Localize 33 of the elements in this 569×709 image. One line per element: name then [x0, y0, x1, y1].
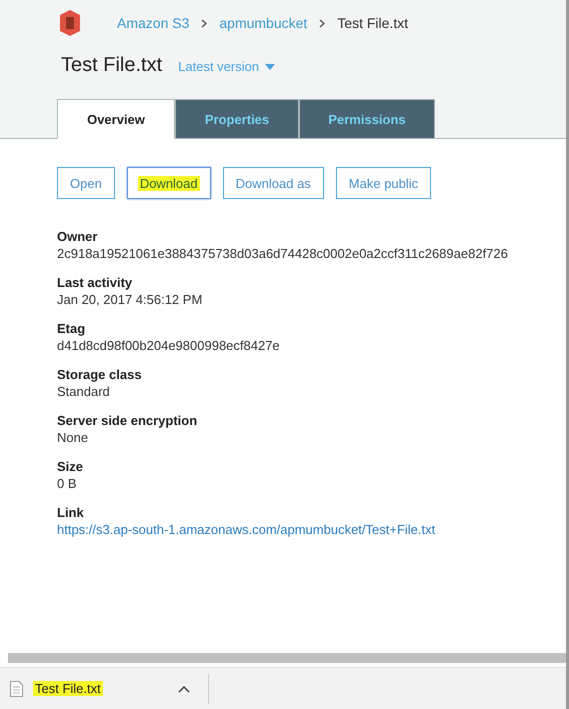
- object-link[interactable]: https://s3.ap-south-1.amazonaws.com/apmumbucket/Test+File.txt: [57, 522, 566, 537]
- field-label: Server side encryption: [57, 413, 198, 428]
- scrollbar[interactable]: [8, 653, 566, 663]
- field-value: None: [57, 430, 90, 445]
- tab[interactable]: Properties: [175, 99, 299, 139]
- breadcrumb-link[interactable]: Amazon S3: [117, 15, 190, 31]
- version-dropdown[interactable]: Latest version: [178, 59, 276, 74]
- field-value: Standard: [57, 384, 111, 399]
- field-label: Link: [57, 505, 85, 520]
- field-label: Owner: [57, 229, 98, 244]
- bucket-logo-icon: [57, 9, 83, 37]
- action-button[interactable]: Download as: [222, 167, 324, 199]
- field-label: Size: [57, 459, 84, 474]
- chevron-icon: [319, 18, 326, 28]
- field-value: 0 B: [57, 476, 78, 491]
- chevron-icon: [201, 18, 208, 28]
- breadcrumb-link[interactable]: apmumbucket: [219, 15, 308, 31]
- field-value: 2c918a19521061e3884375738d03a6d74428c0002e0a2ccf311c2689ae82f726: [57, 246, 509, 261]
- caret-icon: [265, 64, 276, 70]
- breadcrumb-current: Test File.txt: [337, 15, 408, 31]
- field-value: Jan 20, 2017 4:56:12 PM: [57, 292, 204, 307]
- tab[interactable]: Permissions: [299, 99, 435, 139]
- field-label: Storage class: [57, 367, 143, 382]
- tab[interactable]: Overview: [57, 99, 175, 139]
- field-label: Last activity: [57, 275, 134, 290]
- action-button[interactable]: Make public: [336, 167, 432, 199]
- page-title: Test File.txt: [61, 54, 162, 77]
- chevron-up-icon[interactable]: [178, 684, 190, 692]
- action-button[interactable]: Download: [126, 167, 211, 199]
- field-value: d41d8cd98f00b204e9800998ecf8427e: [57, 338, 281, 353]
- document-icon: [10, 680, 23, 696]
- field-label: Etag: [57, 321, 86, 336]
- action-button[interactable]: Open: [57, 167, 115, 199]
